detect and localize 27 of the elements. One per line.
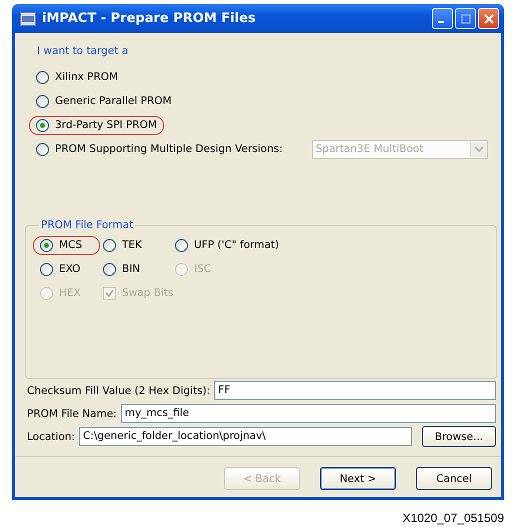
radio-option[interactable]: MCS bbox=[33, 236, 100, 254]
section-heading: I want to target a bbox=[37, 45, 130, 57]
figure-id: X1020_07_051509 bbox=[402, 511, 504, 525]
wizard-button[interactable]: Cancel bbox=[416, 467, 492, 490]
radio-option[interactable]: 3rd-Party SPI PROM bbox=[29, 116, 164, 134]
minimize-button[interactable] bbox=[432, 8, 453, 29]
minimize-icon bbox=[438, 21, 444, 23]
text-field[interactable]: my_mcs_file bbox=[120, 404, 496, 423]
field-label: Checksum Fill Value (2 Hex Digits): bbox=[27, 384, 210, 396]
wizard-button[interactable]: Next > bbox=[320, 467, 396, 490]
text-field[interactable]: FF bbox=[214, 381, 496, 400]
app-icon bbox=[20, 12, 36, 26]
close-button[interactable] bbox=[478, 8, 499, 29]
field-label: Location: bbox=[27, 430, 75, 442]
radio-option[interactable]: Xilinx PROM bbox=[29, 68, 126, 86]
browse-button[interactable]: Browse... bbox=[422, 426, 496, 447]
window-title: iMPACT - Prepare PROM Files bbox=[42, 11, 257, 26]
checkmark-icon bbox=[105, 288, 114, 298]
chevron-down-icon bbox=[470, 142, 487, 156]
radio-option[interactable]: PROM Supporting Multiple Design Versions: bbox=[29, 140, 290, 158]
text-field[interactable]: C:\generic_folder_location\projnav\ bbox=[78, 427, 412, 446]
radio-option[interactable]: Generic Parallel PROM bbox=[29, 92, 179, 110]
maximize-button[interactable] bbox=[455, 8, 476, 29]
group-heading: PROM File Format bbox=[40, 219, 134, 231]
close-icon bbox=[484, 14, 494, 24]
field-label: PROM File Name: bbox=[27, 408, 117, 420]
maximize-icon bbox=[460, 14, 470, 24]
